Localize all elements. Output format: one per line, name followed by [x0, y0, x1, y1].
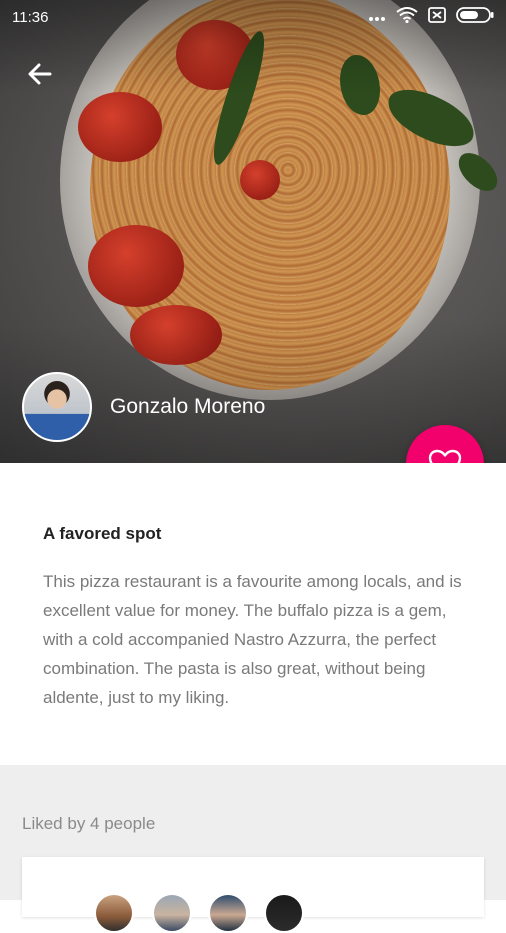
wifi-icon [396, 7, 418, 27]
liked-by-label: Liked by 4 people [22, 814, 156, 833]
likes-section: Liked by 4 people [0, 765, 506, 933]
sim-icon [428, 7, 446, 27]
liker-avatar[interactable] [264, 893, 304, 933]
review-section: A favored spot This pizza restaurant is … [0, 463, 506, 765]
avatar[interactable] [22, 372, 92, 442]
likes-card[interactable] [22, 857, 484, 933]
battery-icon [456, 7, 494, 27]
back-button[interactable] [22, 56, 58, 92]
author-block[interactable]: Gonzalo Moreno [22, 372, 265, 442]
review-title: A favored spot [43, 524, 162, 543]
arrow-back-icon [28, 63, 52, 85]
status-bar: 11:36 [0, 0, 506, 34]
review-body: This pizza restaurant is a favourite amo… [43, 572, 462, 707]
liker-avatar[interactable] [152, 893, 192, 933]
hero-image: 11:36 Gonzalo Moreno [0, 0, 506, 463]
author-name[interactable]: Gonzalo Moreno [110, 395, 265, 419]
liker-avatar[interactable] [94, 893, 134, 933]
dots-icon [368, 9, 386, 26]
liker-avatar[interactable] [208, 893, 248, 933]
status-time: 11:36 [12, 8, 49, 26]
